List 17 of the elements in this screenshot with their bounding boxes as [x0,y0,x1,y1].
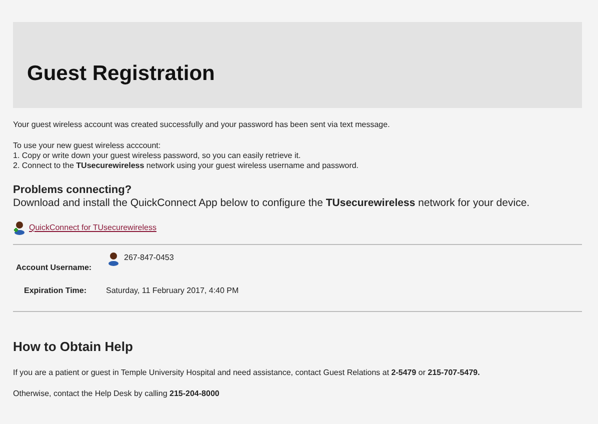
help-text: If you are a patient or guest in Temple University Hospital and need assistance, contact Guest Relations at 2-5479 or 215-707-5479. [13,368,481,378]
problems-heading: Problems connecting? [13,184,133,197]
instruction-step: 1. Copy or write down your guest wireless password, so you can easily retrieve it. [13,151,585,161]
help-text: Otherwise, contact the Help Desk by calling 215-204-8000 [13,388,220,398]
instructions-intro: To use your new guest wireless acccount: [13,141,162,151]
expiration-label: Expiration Time: [23,285,88,297]
user-add-icon [13,221,26,235]
confirmation-text: Your guest wireless account was created successfully and your password has been sent via text message. [13,120,391,130]
help-heading: How to Obtain Help [13,338,134,356]
username-value: 267-847-0453 [124,252,174,264]
person-icon [107,252,120,266]
quickconnect-link[interactable]: QuickConnect for TUsecurewireless [29,222,156,234]
expiration-value: Saturday, 11 February 2017, 4:40 PM [106,285,239,297]
problems-text: Download and install the QuickConnect App below to configure the TUsecurewireless network for your device. [13,197,531,210]
username-label: Account Username: [15,262,93,274]
instruction-step: 2. Connect to the TUsecurewireless network using your guest wireless username and password. [13,161,585,171]
page-title: Guest Registration [27,63,215,84]
